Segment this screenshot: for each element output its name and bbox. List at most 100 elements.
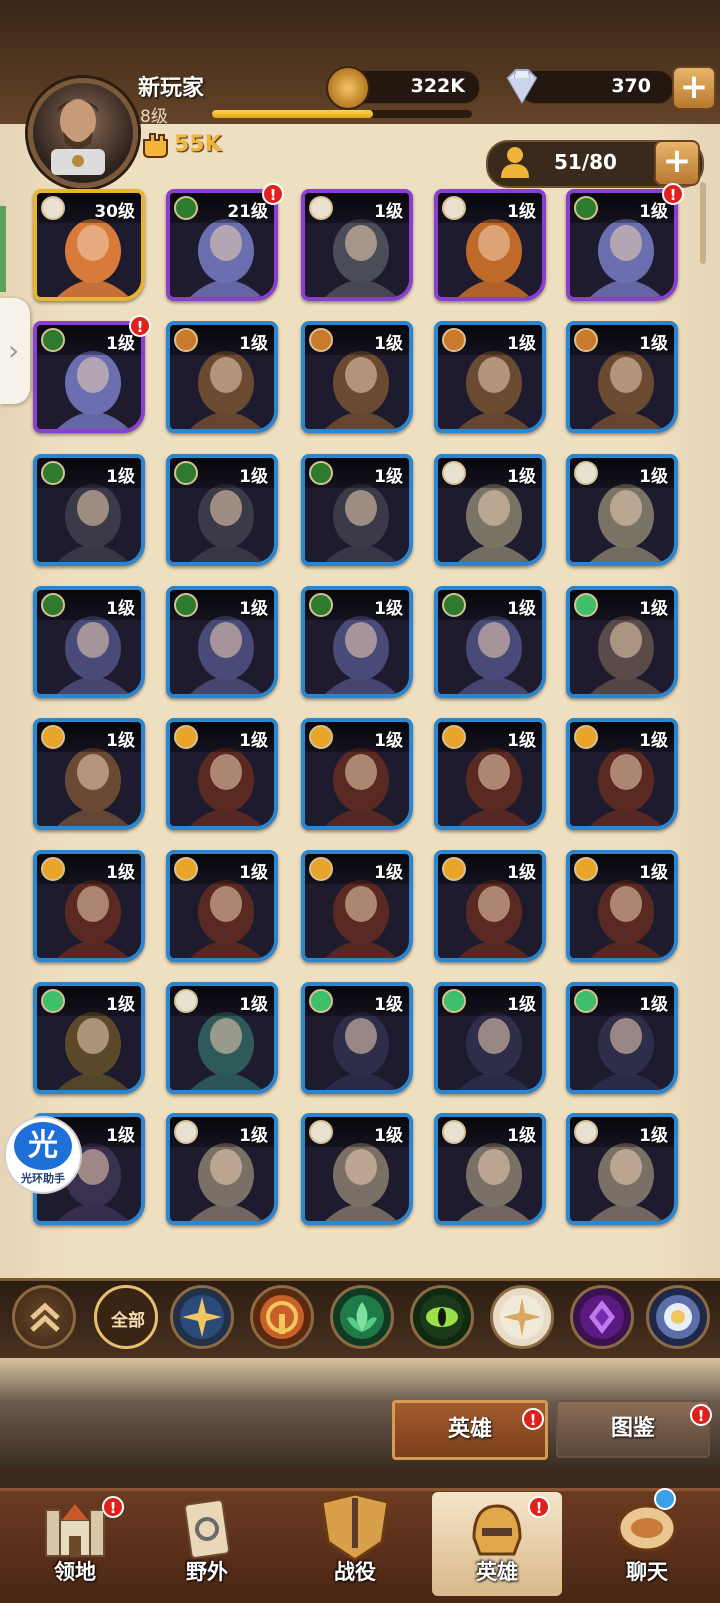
hero-card[interactable]: 1级	[33, 586, 145, 698]
sun-cog-icon	[174, 725, 198, 749]
filter-lightbearer-button[interactable]	[170, 1285, 234, 1349]
hero-card[interactable]: 1级	[434, 189, 546, 301]
hero-level: 1级	[507, 599, 536, 619]
fist-icon	[574, 328, 598, 352]
star-icon	[309, 196, 333, 220]
hero-card[interactable]: 1级	[301, 586, 413, 698]
hero-card[interactable]: 1级	[434, 850, 546, 962]
hero-level: 1级	[507, 334, 536, 354]
hero-card[interactable]: 1级	[434, 1113, 546, 1225]
hero-card[interactable]: 1级	[301, 189, 413, 301]
hero-card[interactable]: 1级	[33, 982, 145, 1094]
hero-card[interactable]: 1级	[566, 982, 678, 1094]
hero-card[interactable]: 1级	[33, 321, 145, 433]
hero-card[interactable]: 1级	[301, 982, 413, 1094]
hero-card[interactable]: 1级	[566, 321, 678, 433]
nav-chat[interactable]: 聊天	[582, 1488, 712, 1596]
hero-card[interactable]: 1级	[301, 718, 413, 830]
hero-card[interactable]: 1级	[166, 850, 278, 962]
assistant-badge: 光	[14, 1122, 72, 1170]
hero-card[interactable]: 1级	[434, 321, 546, 433]
filter-maulers-button[interactable]	[250, 1285, 314, 1349]
subtab-codex[interactable]: 图鉴	[556, 1400, 710, 1458]
filter-celestial-button[interactable]	[490, 1285, 554, 1349]
nav-wilds[interactable]: 野外	[142, 1492, 272, 1596]
hero-level: 1级	[239, 599, 268, 619]
nav-territory[interactable]: 领地 !	[10, 1492, 140, 1596]
hero-grid: 30级 21级! 1级 1级 1级! 1级! 1级 1级 1级 1级 1级 1级 1级 1级 1级 1级 1级 1…	[0, 0, 720, 1300]
nav-label: 聊天	[626, 1560, 668, 1584]
leaf-icon	[41, 989, 65, 1013]
hero-card[interactable]: 1级	[566, 850, 678, 962]
filter-hypogean-button[interactable]	[570, 1285, 634, 1349]
hero-card[interactable]: 1级	[166, 982, 278, 1094]
nav-alert: !	[528, 1496, 550, 1518]
star-icon	[574, 1120, 598, 1144]
hero-level: 1级	[507, 1126, 536, 1146]
nav-heroes[interactable]: 英雄 !	[432, 1492, 562, 1596]
filter-wilder-button[interactable]	[330, 1285, 394, 1349]
hero-level: 1级	[374, 202, 403, 222]
hero-card[interactable]: 1级	[301, 321, 413, 433]
sun-cog-icon	[442, 725, 466, 749]
fist-icon	[442, 328, 466, 352]
hero-level: 1级	[106, 863, 135, 883]
green-eye-icon	[420, 1295, 464, 1339]
hero-level: 1级	[374, 467, 403, 487]
hero-level: 1级	[374, 731, 403, 751]
hero-card[interactable]: 1级	[434, 982, 546, 1094]
hero-card[interactable]: 1级	[33, 850, 145, 962]
hero-card[interactable]: 30级	[33, 189, 145, 301]
helmet-icon	[472, 1504, 522, 1556]
hero-level: 1级	[106, 1126, 135, 1146]
eye-icon	[309, 461, 333, 485]
sun-cog-icon	[41, 857, 65, 881]
hero-card[interactable]: 1级	[166, 321, 278, 433]
hero-card[interactable]: 1级	[566, 586, 678, 698]
hero-card[interactable]: 1级	[434, 454, 546, 566]
fist-emblem-icon	[260, 1295, 304, 1339]
eye-icon	[309, 593, 333, 617]
hero-card[interactable]: 1级	[166, 1113, 278, 1225]
star-icon	[309, 1120, 333, 1144]
hero-level: 1级	[106, 995, 135, 1015]
hero-card[interactable]: 1级	[566, 189, 678, 301]
hero-card[interactable]: 1级	[166, 718, 278, 830]
collapse-filter-button[interactable]	[12, 1285, 76, 1349]
hero-card[interactable]: 1级	[301, 850, 413, 962]
leaf-icon	[309, 989, 333, 1013]
hero-card[interactable]: 1级	[566, 1113, 678, 1225]
sun-cog-icon	[41, 725, 65, 749]
sun-cog-icon	[574, 725, 598, 749]
eye-icon	[174, 593, 198, 617]
subtab-heroes[interactable]: 英雄	[392, 1400, 548, 1460]
hero-card[interactable]: 1级	[301, 1113, 413, 1225]
hero-card[interactable]: 1级	[166, 454, 278, 566]
hero-card[interactable]: 1级	[434, 718, 546, 830]
eye-icon	[41, 328, 65, 352]
nav-alert: !	[102, 1496, 124, 1518]
hero-card[interactable]: 1级	[33, 454, 145, 566]
hero-card[interactable]: 1级	[33, 718, 145, 830]
hero-card[interactable]: 1级	[434, 586, 546, 698]
nav-label: 战役	[334, 1560, 376, 1584]
gear-orb-icon	[656, 1295, 700, 1339]
star-compass-icon	[180, 1295, 224, 1339]
hero-level: 1级	[239, 1126, 268, 1146]
hero-card[interactable]: 1级	[566, 454, 678, 566]
hero-card[interactable]: 1级	[166, 586, 278, 698]
hero-card[interactable]: 1级	[566, 718, 678, 830]
hero-card[interactable]: 1级	[301, 454, 413, 566]
filter-dimensional-button[interactable]	[646, 1285, 710, 1349]
star-icon	[442, 461, 466, 485]
star-icon	[442, 196, 466, 220]
star-icon	[174, 1120, 198, 1144]
sun-cog-icon	[574, 857, 598, 881]
hero-level: 1级	[639, 731, 668, 751]
filter-graveborn-button[interactable]	[410, 1285, 474, 1349]
nav-campaign[interactable]: 战役	[290, 1492, 420, 1596]
assistant-float-button[interactable]: 光 光环助手	[4, 1116, 82, 1194]
sword-crest-icon	[320, 1492, 390, 1562]
hero-card[interactable]: 21级	[166, 189, 278, 301]
sun-cog-icon	[309, 725, 333, 749]
